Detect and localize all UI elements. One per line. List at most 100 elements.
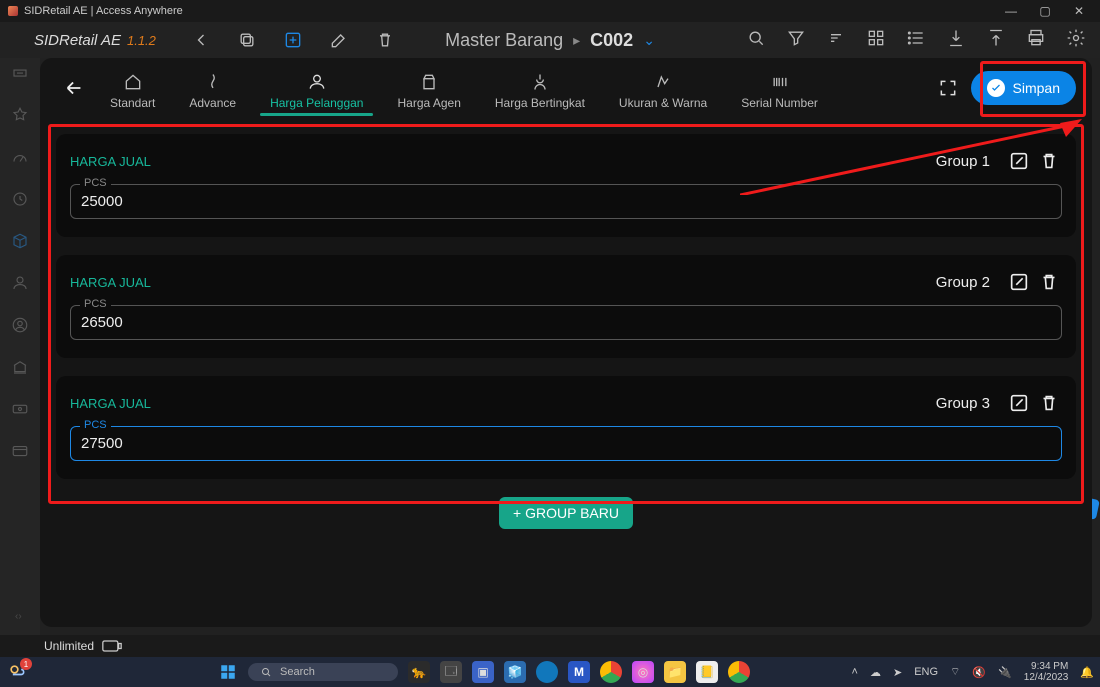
window-titlebar: SIDRetail AE | Access Anywhere — ▢ ✕ bbox=[0, 0, 1100, 22]
price-group-card: HARGA JUAL Group 1 PCS bbox=[56, 134, 1076, 237]
trash-icon[interactable] bbox=[374, 29, 396, 51]
tab-label: Harga Pelanggan bbox=[270, 96, 363, 110]
app-icon bbox=[8, 6, 18, 16]
taskbar-search-placeholder: Search bbox=[280, 666, 315, 678]
taskbar-chrome-icon[interactable] bbox=[600, 661, 622, 683]
tray-date: 12/4/2023 bbox=[1024, 673, 1069, 683]
tray-clock[interactable]: 9:34 PM 12/4/2023 bbox=[1024, 662, 1069, 683]
copy-icon[interactable] bbox=[236, 29, 258, 51]
group-delete-button[interactable] bbox=[1036, 269, 1062, 295]
print-icon[interactable] bbox=[1026, 28, 1046, 53]
brand-version: 1.1.2 bbox=[127, 33, 156, 48]
window-minimize-button[interactable]: — bbox=[994, 4, 1028, 18]
app-statusbar: Unlimited bbox=[0, 635, 1100, 657]
tray-cloud-icon[interactable]: ☁ bbox=[870, 666, 881, 679]
tab-harga-pelanggan[interactable]: Harga Pelanggan bbox=[254, 60, 379, 116]
price-group-card: HARGA JUAL Group 3 PCS bbox=[56, 376, 1076, 479]
save-button-label: Simpan bbox=[1013, 80, 1060, 96]
tray-time: 9:34 PM bbox=[1031, 662, 1068, 672]
taskbar-app-icon[interactable]: ◎ bbox=[632, 661, 654, 683]
battery-icon bbox=[102, 640, 122, 652]
tab-harga-bertingkat[interactable]: Harga Bertingkat bbox=[479, 60, 601, 116]
check-icon bbox=[987, 79, 1005, 97]
breadcrumb-code[interactable]: C002 bbox=[590, 30, 633, 51]
taskbar-app-icon[interactable]: 🧊 bbox=[504, 661, 526, 683]
filter-icon[interactable] bbox=[786, 28, 806, 53]
group-name: Group 2 bbox=[936, 274, 990, 291]
search-icon[interactable] bbox=[746, 28, 766, 53]
start-button[interactable] bbox=[218, 662, 238, 682]
tray-lang[interactable]: ENG bbox=[914, 666, 938, 678]
save-button[interactable]: Simpan bbox=[971, 71, 1076, 105]
window-title: SIDRetail AE | Access Anywhere bbox=[24, 5, 183, 17]
tab-label: Harga Bertingkat bbox=[495, 96, 585, 110]
panel-back-button[interactable] bbox=[56, 77, 92, 99]
tray-chevron-icon[interactable]: ˄ bbox=[852, 666, 858, 678]
tab-advance[interactable]: Advance bbox=[173, 60, 252, 116]
taskbar-weather-icon[interactable]: 1 bbox=[6, 661, 28, 683]
taskbar-app-icon[interactable]: 🗔 bbox=[440, 661, 462, 683]
list-icon[interactable] bbox=[906, 28, 926, 53]
chevron-down-icon[interactable]: ⌄ bbox=[643, 32, 655, 49]
window-close-button[interactable]: ✕ bbox=[1062, 4, 1096, 18]
add-group-button[interactable]: + GROUP BARU bbox=[499, 497, 633, 529]
price-input[interactable] bbox=[70, 305, 1062, 340]
price-input[interactable] bbox=[70, 426, 1062, 461]
tray-volume-icon[interactable]: 🔇 bbox=[972, 666, 986, 679]
tab-label: Serial Number bbox=[741, 96, 818, 110]
panel-content: HARGA JUAL Group 1 PCS HARGA JUAL Group … bbox=[40, 118, 1092, 627]
group-name: Group 3 bbox=[936, 395, 990, 412]
tray-battery-icon[interactable]: 🔌 bbox=[998, 666, 1012, 679]
unit-label: PCS bbox=[80, 177, 111, 189]
window-maximize-button[interactable]: ▢ bbox=[1028, 4, 1062, 18]
settings-icon[interactable] bbox=[1066, 28, 1086, 53]
taskbar-edge-icon[interactable] bbox=[536, 661, 558, 683]
taskbar-app-icon[interactable]: 📒 bbox=[696, 661, 718, 683]
export-icon[interactable] bbox=[986, 28, 1006, 53]
nav-back-icon[interactable] bbox=[190, 29, 212, 51]
plan-label: Unlimited bbox=[44, 639, 94, 653]
tab-standart[interactable]: Standart bbox=[94, 60, 171, 116]
tab-label: Standart bbox=[110, 96, 155, 110]
breadcrumb: Master Barang ▸ C002 ⌄ bbox=[445, 30, 655, 51]
tab-label: Advance bbox=[189, 96, 236, 110]
brand-label: SIDRetail AE bbox=[34, 32, 121, 49]
unit-label: PCS bbox=[80, 419, 111, 431]
tray-notifications-icon[interactable]: 🔔 bbox=[1080, 666, 1094, 679]
breadcrumb-arrow-icon: ▸ bbox=[573, 32, 580, 49]
panel-fullscreen-button[interactable] bbox=[933, 73, 963, 103]
panel-tabbar: Standart Advance Harga Pelanggan Harga A… bbox=[40, 58, 1092, 118]
grid-icon[interactable] bbox=[866, 28, 886, 53]
sort-icon[interactable] bbox=[826, 28, 846, 53]
import-icon[interactable] bbox=[946, 28, 966, 53]
group-title: HARGA JUAL bbox=[70, 154, 151, 169]
group-title: HARGA JUAL bbox=[70, 396, 151, 411]
price-group-card: HARGA JUAL Group 2 PCS bbox=[56, 255, 1076, 358]
taskbar-chrome-icon[interactable] bbox=[728, 661, 750, 683]
taskbar-systray: ˄ ☁ ➤ ENG ⌔ 🔇 🔌 9:34 PM 12/4/2023 🔔 bbox=[852, 662, 1094, 683]
price-input[interactable] bbox=[70, 184, 1062, 219]
tray-location-icon[interactable]: ➤ bbox=[893, 666, 902, 679]
group-name: Group 1 bbox=[936, 153, 990, 170]
taskbar-search[interactable]: Search bbox=[248, 663, 398, 681]
group-edit-button[interactable] bbox=[1006, 390, 1032, 416]
os-taskbar: 1 Search 🐆 🗔 ▣ 🧊 M ◎ 📁 📒 ˄ ☁ ➤ ENG ⌔ 🔇 🔌… bbox=[0, 657, 1100, 687]
add-icon[interactable] bbox=[282, 29, 304, 51]
taskbar-explorer-icon[interactable]: 📁 bbox=[664, 661, 686, 683]
tab-ukuran-warna[interactable]: Ukuran & Warna bbox=[603, 60, 723, 116]
tray-wifi-icon[interactable]: ⌔ bbox=[950, 665, 960, 679]
group-title: HARGA JUAL bbox=[70, 275, 151, 290]
taskbar-app-icon[interactable]: 🐆 bbox=[408, 661, 430, 683]
group-delete-button[interactable] bbox=[1036, 390, 1062, 416]
taskbar-app-icon[interactable]: M bbox=[568, 661, 590, 683]
group-edit-button[interactable] bbox=[1006, 148, 1032, 174]
tab-serial-number[interactable]: Serial Number bbox=[725, 60, 834, 116]
tab-label: Ukuran & Warna bbox=[619, 96, 707, 110]
tab-harga-agen[interactable]: Harga Agen bbox=[381, 60, 476, 116]
unit-label: PCS bbox=[80, 298, 111, 310]
group-edit-button[interactable] bbox=[1006, 269, 1032, 295]
edit-icon[interactable] bbox=[328, 29, 350, 51]
taskbar-app-icon[interactable]: ▣ bbox=[472, 661, 494, 683]
group-delete-button[interactable] bbox=[1036, 148, 1062, 174]
tab-label: Harga Agen bbox=[397, 96, 460, 110]
